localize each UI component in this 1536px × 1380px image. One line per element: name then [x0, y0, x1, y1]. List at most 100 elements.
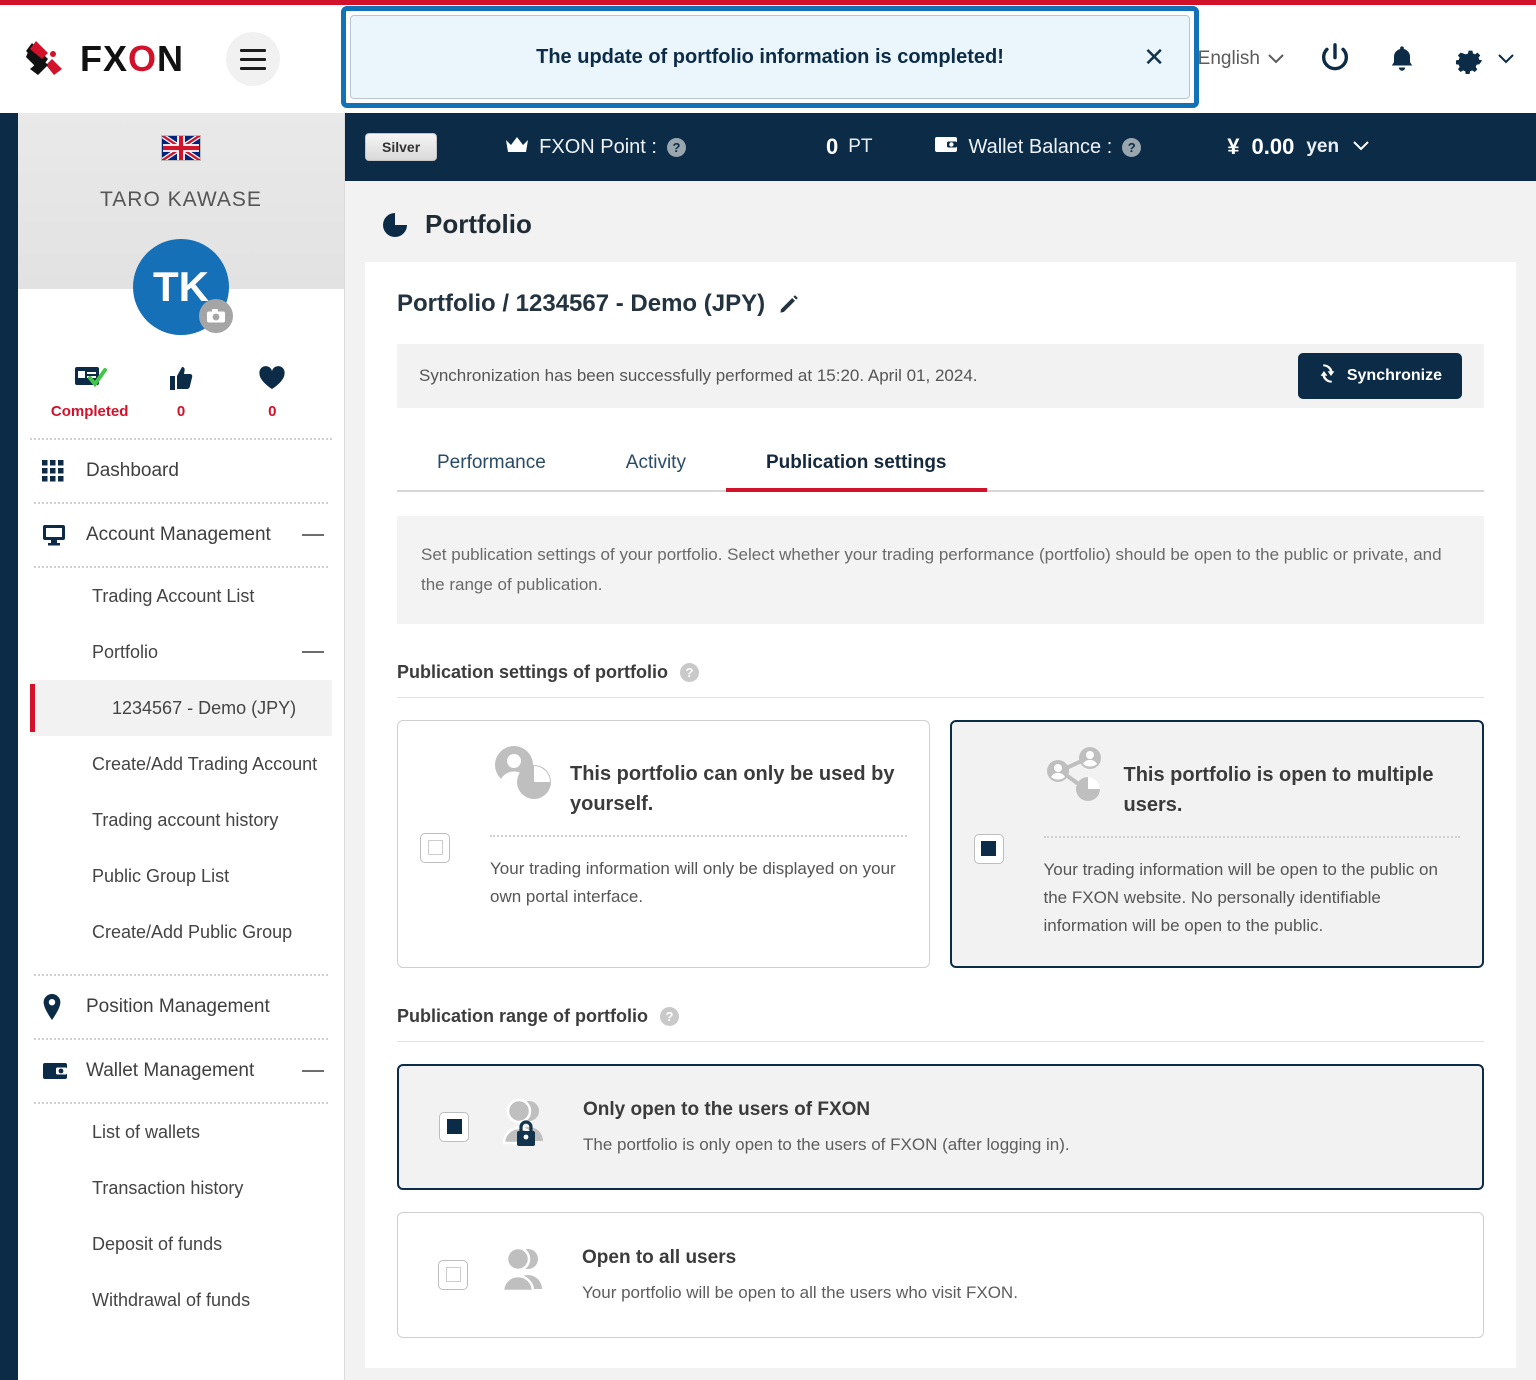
sidebar-left-edge: [0, 113, 18, 1380]
user-name: TARO KAWASE: [100, 188, 262, 211]
sidebar-item-portfolio[interactable]: Portfolio: [30, 624, 332, 680]
sidebar-item-create-add-trading-account[interactable]: Create/Add Trading Account: [30, 736, 332, 792]
stat-favorites[interactable]: 0: [227, 361, 317, 420]
collapse-icon[interactable]: [302, 651, 324, 653]
sidebar-item-account-management[interactable]: Account Management: [30, 504, 332, 566]
sync-status-bar: Synchronization has been successfully pe…: [397, 344, 1484, 408]
sidebar-item-deposit-of-funds[interactable]: Deposit of funds: [30, 1216, 332, 1272]
fxon-point-value: 0: [825, 134, 839, 159]
pencil-icon[interactable]: [779, 294, 799, 314]
option-public-portfolio[interactable]: This portfolio is open to multiple users…: [949, 719, 1484, 968]
gear-icon[interactable]: [1452, 42, 1486, 76]
hamburger-icon[interactable]: [226, 32, 281, 86]
close-icon[interactable]: ✕: [1143, 44, 1165, 70]
sidebar-item-label: Trading account history: [92, 809, 279, 830]
language-selector[interactable]: English: [1198, 48, 1284, 70]
fxon-point-group: FXON Point : ?: [505, 136, 686, 159]
sidebar-item-dashboard[interactable]: Dashboard: [30, 440, 332, 502]
fxon-point-label: FXON Point :: [539, 135, 657, 158]
synchronize-button[interactable]: Synchronize: [1297, 353, 1462, 399]
range-option-title: Only open to the users of FXON: [583, 1098, 871, 1120]
sidebar-item-trading-account-list[interactable]: Trading Account List: [30, 568, 332, 624]
radio-fxon-users-only[interactable]: [439, 1111, 469, 1142]
thumbs-up-icon: [136, 361, 226, 395]
help-icon[interactable]: ?: [660, 1006, 679, 1026]
option-body: This portfolio is open to multiple users…: [1020, 746, 1460, 940]
synchronize-button-label: Synchronize: [1346, 367, 1442, 384]
breadcrumb: Portfolio / 1234567 - Demo (JPY): [397, 290, 1484, 318]
collapse-icon[interactable]: [302, 1070, 324, 1072]
sidebar-item-withdrawal-of-funds[interactable]: Withdrawal of funds: [30, 1272, 332, 1328]
tab-performance[interactable]: Performance: [397, 438, 586, 490]
stat-verification-label: Completed: [50, 403, 129, 420]
section-label-text: Publication settings of portfolio: [397, 661, 668, 682]
bell-icon[interactable]: [1386, 43, 1418, 75]
sidebar-item-public-group-list[interactable]: Public Group List: [30, 848, 332, 904]
publication-settings-section-label: Publication settings of portfolio ?: [397, 662, 1484, 698]
chevron-down-icon: [1268, 48, 1284, 70]
brand-name: FXON: [80, 38, 185, 79]
sidebar-item-label: Create/Add Public Group: [92, 921, 293, 942]
range-option-description: The portfolio is only open to the users …: [583, 1134, 1070, 1154]
range-option-fxon-users-only[interactable]: Only open to the users of FXON The portf…: [397, 1063, 1484, 1190]
sidebar-item-label: Dashboard: [86, 460, 179, 481]
sidebar-item-trading-account-history[interactable]: Trading account history: [30, 792, 332, 848]
option-description: Your trading information will only be di…: [490, 858, 896, 906]
stat-verification[interactable]: Completed: [45, 361, 135, 420]
profile-header: TARO KAWASE TK: [18, 113, 344, 335]
option-title: This portfolio is open to multiple users…: [1123, 763, 1434, 816]
settings-chevron-down-icon[interactable]: [1498, 54, 1514, 64]
description-box: Set publication settings of your portfol…: [397, 516, 1484, 624]
sidebar-item-label: 1234567 - Demo (JPY): [112, 697, 297, 718]
range-option-description: Your portfolio will be open to all the u…: [582, 1282, 1018, 1302]
top-accent-strip: [0, 0, 1536, 5]
divider: [1043, 835, 1460, 838]
map-pin-icon: [42, 994, 86, 1020]
range-option-text: Only open to the users of FXON The portf…: [583, 1099, 1070, 1155]
monitor-icon: [42, 524, 86, 546]
notification-message: The update of portfolio information is c…: [536, 45, 1004, 68]
sidebar-item-position-management[interactable]: Position Management: [30, 976, 332, 1038]
help-icon[interactable]: ?: [1122, 137, 1142, 157]
wallet-balance-label: Wallet Balance :: [968, 135, 1113, 158]
sidebar-item-label: Account Management: [86, 524, 271, 545]
radio-public-portfolio[interactable]: [973, 833, 1004, 864]
sidebar-item-portfolio-1234567[interactable]: 1234567 - Demo (JPY): [30, 680, 332, 736]
help-icon[interactable]: ?: [666, 137, 686, 157]
collapse-icon[interactable]: [302, 534, 324, 536]
sidebar-item-wallet-management[interactable]: Wallet Management: [30, 1040, 332, 1102]
page-title: Portfolio: [425, 209, 532, 239]
wallet-currency-symbol: ¥: [1227, 134, 1240, 159]
tab-label: Activity: [625, 452, 686, 473]
option-private-portfolio[interactable]: This portfolio can only be used by yours…: [397, 719, 930, 968]
range-option-text: Open to all users Your portfolio will be…: [582, 1247, 1018, 1303]
sync-message: Synchronization has been successfully pe…: [419, 366, 978, 385]
description-text: Set publication settings of your portfol…: [421, 545, 1442, 594]
camera-icon[interactable]: [199, 299, 233, 333]
sidebar-item-create-add-public-group[interactable]: Create/Add Public Group: [30, 904, 332, 960]
wallet-icon: [934, 135, 958, 159]
tab-label: Publication settings: [765, 452, 947, 473]
sidebar-nav: Dashboard Account Management Trading Acc…: [18, 440, 344, 1328]
stat-likes[interactable]: 0: [136, 361, 226, 420]
person-chart-icon: [490, 745, 552, 808]
currency-chevron-down-icon[interactable]: [1353, 138, 1369, 156]
range-option-title: Open to all users: [582, 1246, 737, 1268]
crown-icon: [505, 136, 529, 159]
brand-logo[interactable]: FXON: [22, 33, 184, 85]
uk-flag-icon[interactable]: [161, 135, 201, 161]
power-icon[interactable]: [1318, 42, 1352, 76]
wallet-icon: [42, 1061, 86, 1081]
range-option-all-users[interactable]: Open to all users Your portfolio will be…: [397, 1211, 1484, 1338]
avatar[interactable]: TK: [133, 239, 233, 335]
header-actions: English: [1198, 42, 1536, 76]
notification-inner: The update of portfolio information is c…: [350, 15, 1190, 99]
radio-all-users[interactable]: [438, 1259, 468, 1290]
radio-private-portfolio[interactable]: [420, 832, 450, 863]
tab-publication-settings[interactable]: Publication settings: [725, 438, 987, 492]
sidebar-item-list-of-wallets[interactable]: List of wallets: [30, 1104, 332, 1160]
help-icon[interactable]: ?: [679, 662, 699, 682]
tab-activity[interactable]: Activity: [586, 438, 726, 490]
page-header: Portfolio: [345, 181, 1536, 262]
sidebar-item-transaction-history[interactable]: Transaction history: [30, 1160, 332, 1216]
